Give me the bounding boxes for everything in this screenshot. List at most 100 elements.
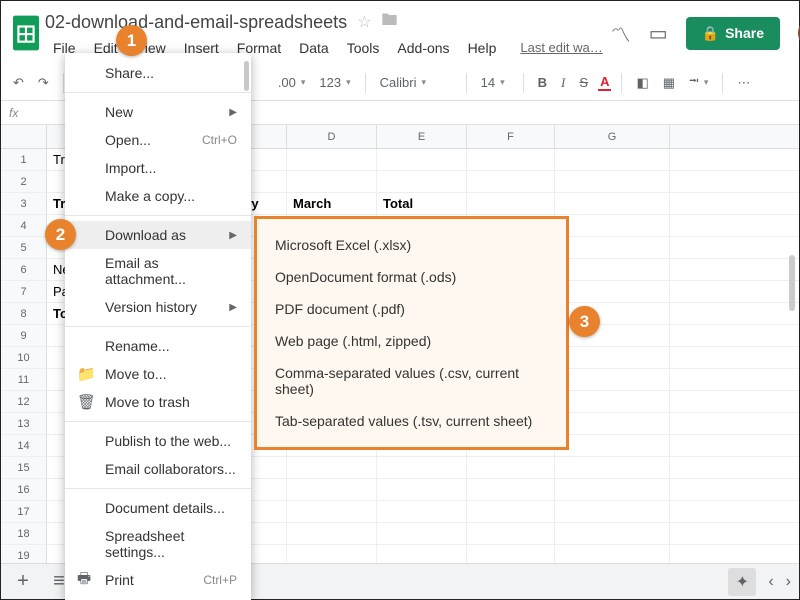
cell[interactable] [377,149,467,170]
menu-item[interactable]: New▶ [65,98,251,126]
cell[interactable] [287,171,377,192]
select-all-corner[interactable] [1,125,47,148]
borders-button[interactable]: ▦ [659,73,679,93]
vertical-scrollbar[interactable] [789,255,795,311]
font-family[interactable]: Calibri [376,73,456,92]
cell[interactable] [555,149,670,170]
hscroll-right[interactable]: › [786,573,791,591]
cell[interactable] [555,281,670,302]
cell[interactable] [555,435,670,456]
row-header[interactable]: 17 [1,501,47,522]
col-header-f[interactable]: F [467,125,555,148]
row-header[interactable]: 18 [1,523,47,544]
cell[interactable] [555,215,670,236]
menu-item[interactable]: Share... [65,59,251,87]
row-header[interactable]: 14 [1,435,47,456]
cell[interactable] [555,259,670,280]
row-header[interactable]: 15 [1,457,47,478]
cell[interactable] [377,171,467,192]
cell[interactable] [555,193,670,214]
italic-button[interactable]: I [557,73,569,93]
cell[interactable] [377,457,467,478]
number-format[interactable]: 123 [315,73,354,92]
cell[interactable] [377,523,467,544]
cell[interactable]: March [287,193,377,214]
document-title[interactable]: 02-download-and-email-spreadsheets [45,12,347,33]
submenu-item[interactable]: Tab-separated values (.tsv, current shee… [257,405,566,437]
row-header[interactable]: 19 [1,545,47,563]
submenu-item[interactable]: OpenDocument format (.ods) [257,261,566,293]
menu-tools[interactable]: Tools [339,38,388,58]
cell[interactable] [287,545,377,563]
decimal-format[interactable]: .00 [274,73,310,92]
cell[interactable] [287,501,377,522]
row-header[interactable]: 8 [1,303,47,324]
row-header[interactable]: 5 [1,237,47,258]
star-icon[interactable]: ☆ [357,12,371,32]
col-header-e[interactable]: E [377,125,467,148]
fill-color-button[interactable]: ◧ [632,73,652,93]
menu-addons[interactable]: Add-ons [389,38,457,58]
menu-item[interactable]: Rename... [65,332,251,360]
submenu-item[interactable]: Microsoft Excel (.xlsx) [257,229,566,261]
cell[interactable] [467,171,555,192]
row-header[interactable]: 10 [1,347,47,368]
move-folder-icon[interactable]: 🖿 [382,9,398,36]
cell[interactable] [555,545,670,563]
cell[interactable] [555,501,670,522]
add-sheet-button[interactable]: + [9,570,37,593]
cell[interactable] [287,523,377,544]
share-button[interactable]: 🔒 Share [686,17,780,50]
menu-item[interactable]: 📁Move to... [65,360,251,388]
hscroll-left[interactable]: ‹ [768,573,773,591]
cell[interactable] [467,457,555,478]
row-header[interactable]: 4 [1,215,47,236]
comments-icon[interactable]: ▭ [649,21,668,46]
menu-item[interactable]: Version history▶ [65,293,251,321]
col-header-g[interactable]: G [555,125,670,148]
more-toolbar[interactable]: ⋯ [733,73,754,93]
row-header[interactable]: 2 [1,171,47,192]
row-header[interactable]: 11 [1,369,47,390]
undo-button[interactable]: ↶ [9,73,28,93]
menu-data[interactable]: Data [291,38,337,58]
cell[interactable] [555,171,670,192]
cell[interactable] [287,479,377,500]
strike-button[interactable]: S [575,73,592,92]
row-header[interactable]: 16 [1,479,47,500]
row-header[interactable]: 3 [1,193,47,214]
menu-item[interactable]: Email as attachment... [65,249,251,293]
menu-help[interactable]: Help [460,38,505,58]
last-edit-link[interactable]: Last edit wa… [512,38,610,58]
cell[interactable] [287,457,377,478]
activity-icon[interactable]: 〽 [611,19,631,48]
submenu-item[interactable]: Comma-separated values (.csv, current sh… [257,357,566,405]
row-header[interactable]: 9 [1,325,47,346]
cell[interactable] [467,149,555,170]
menu-item[interactable]: Email collaborators... [65,455,251,483]
row-header[interactable]: 1 [1,149,47,170]
cell[interactable] [467,193,555,214]
sheets-logo[interactable] [13,9,39,57]
cell[interactable] [467,523,555,544]
cell[interactable] [377,479,467,500]
menu-item[interactable]: Document details... [65,494,251,522]
menu-item[interactable]: 🗑Move to trash [65,388,251,416]
redo-button[interactable]: ↷ [34,73,53,93]
menu-item[interactable]: Make a copy... [65,182,251,210]
cell[interactable] [467,545,555,563]
submenu-item[interactable]: PDF document (.pdf) [257,293,566,325]
cell[interactable] [377,501,467,522]
cell[interactable]: Total [377,193,467,214]
menu-item[interactable]: Spreadsheet settings... [65,522,251,566]
menu-item[interactable]: Open...Ctrl+O [65,126,251,154]
explore-button[interactable]: ✦ [728,568,756,596]
cell[interactable] [555,523,670,544]
font-size[interactable]: 14 [477,73,513,92]
row-header[interactable]: 6 [1,259,47,280]
cell[interactable] [555,369,670,390]
cell[interactable] [467,479,555,500]
menu-item[interactable]: Publish to the web... [65,427,251,455]
cell[interactable] [287,149,377,170]
cell[interactable] [377,545,467,563]
